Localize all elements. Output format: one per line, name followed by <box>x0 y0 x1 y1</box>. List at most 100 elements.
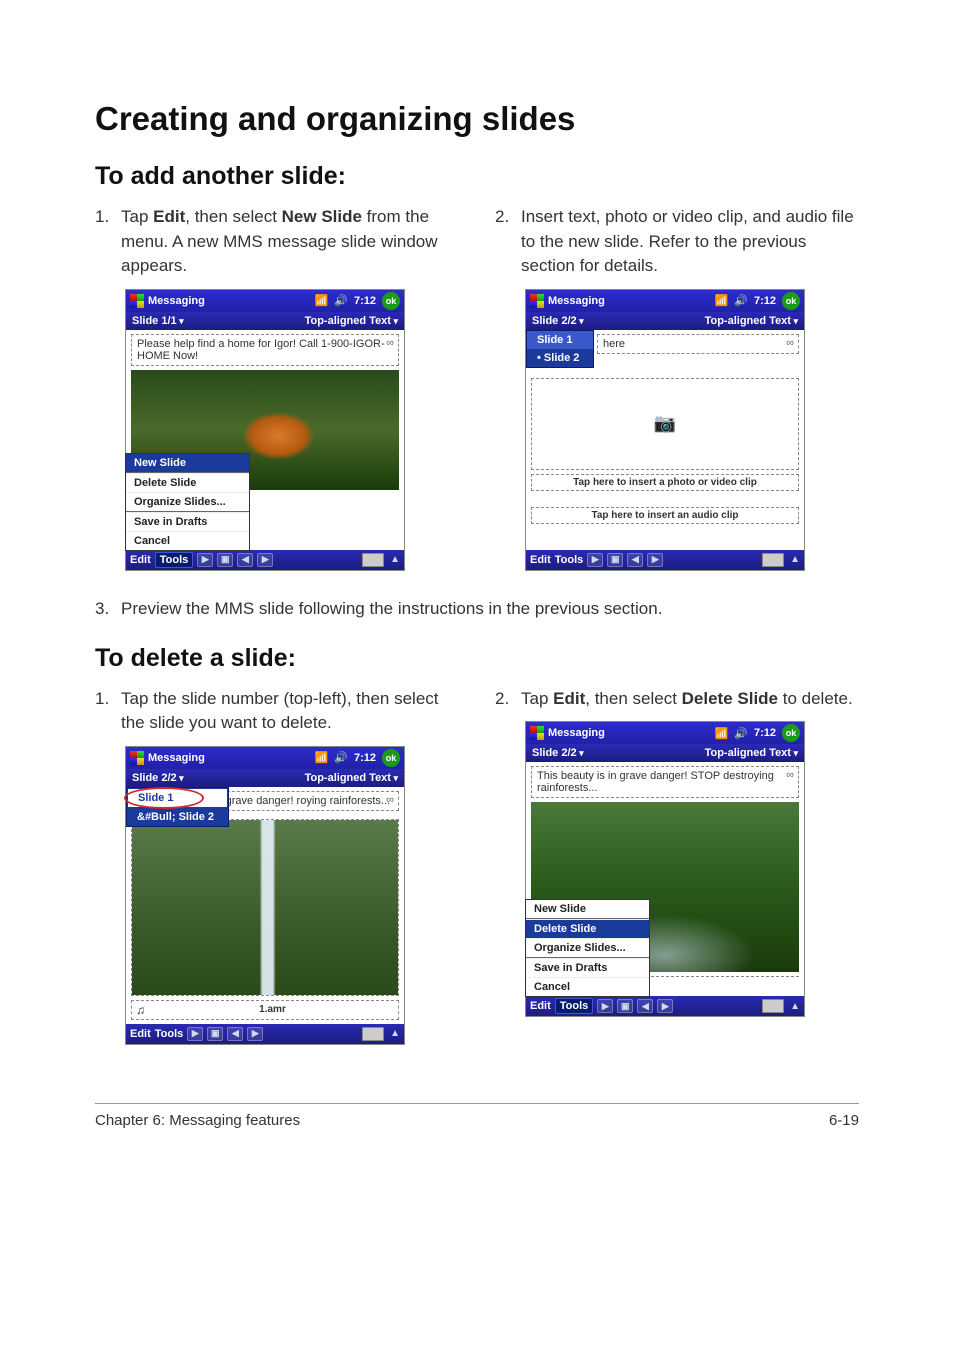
ok-button[interactable]: ok <box>382 292 400 310</box>
keyboard-icon[interactable] <box>762 553 784 567</box>
play-icon[interactable]: ▶ <box>587 553 603 567</box>
menu-item-new-slide[interactable]: New Slide <box>526 900 649 918</box>
app-title: Messaging <box>148 295 205 307</box>
image-tool-icon[interactable]: ▣ <box>607 553 623 567</box>
step-body: Insert text, photo or video clip, and au… <box>521 205 859 279</box>
footer-page-number: 6-19 <box>829 1112 859 1129</box>
text: , then select <box>185 207 281 226</box>
image-tool-icon[interactable]: ▣ <box>217 553 233 567</box>
menu-item-delete-slide[interactable]: Delete Slide <box>526 919 649 938</box>
titlebar: Messaging 📶 🔊 7:12 ok <box>126 747 404 769</box>
menu-item-delete-slide[interactable]: Delete Slide <box>126 473 249 492</box>
photo-caption[interactable]: Tap here to insert a photo or video clip <box>531 474 799 491</box>
step-body: Tap Edit, then select New Slide from the… <box>121 205 459 279</box>
menu-item-new-slide[interactable]: New Slide <box>126 454 249 472</box>
slide-menu-item-2[interactable]: • Slide 2 <box>527 349 593 367</box>
infinity-icon: ∞ <box>786 337 794 349</box>
subtoolbar: Slide 2/2 Top-aligned Text <box>526 744 804 762</box>
rewind-icon[interactable]: ◀ <box>637 999 653 1013</box>
softkey-edit[interactable]: Edit <box>530 554 551 566</box>
mms-audio-field[interactable]: ♫ 1.amr <box>131 1000 399 1020</box>
bottom-toolbar: Edit Tools ▶ ▣ ◀ ▶ ▲ <box>126 550 404 570</box>
menu-item-organize-slides[interactable]: Organize Slides... <box>526 938 649 957</box>
mms-text-field[interactable]: here ∞ <box>597 334 799 354</box>
slide-indicator-dropdown[interactable]: Slide 1/1 <box>132 315 184 327</box>
play-icon[interactable]: ▶ <box>187 1027 203 1041</box>
windows-start-icon[interactable] <box>530 726 544 740</box>
text-align-dropdown[interactable]: Top-aligned Text <box>705 315 798 327</box>
image-tool-icon[interactable]: ▣ <box>207 1027 223 1041</box>
forward-icon[interactable]: ▶ <box>247 1027 263 1041</box>
sip-arrow-icon[interactable]: ▲ <box>390 1028 400 1039</box>
rewind-icon[interactable]: ◀ <box>237 553 253 567</box>
slide-indicator-dropdown[interactable]: Slide 2/2 <box>132 772 184 784</box>
slide-menu-item-1[interactable]: Slide 1 <box>127 788 228 808</box>
forward-icon[interactable]: ▶ <box>657 999 673 1013</box>
windows-start-icon[interactable] <box>130 294 144 308</box>
mms-photo-placeholder[interactable]: 📷 <box>531 378 799 470</box>
step-number: 2. <box>495 687 521 712</box>
image-tool-icon[interactable]: ▣ <box>617 999 633 1013</box>
text-content: Please help find a home for Igor! Call 1… <box>137 338 385 362</box>
mms-text-field[interactable]: This beauty is in grave danger! STOP des… <box>531 766 799 798</box>
softkey-edit[interactable]: Edit <box>130 554 151 566</box>
slide-menu-item-1[interactable]: Slide 1 <box>527 331 593 349</box>
menu-item-organize-slides[interactable]: Organize Slides... <box>126 492 249 511</box>
softkey-tools[interactable]: Tools <box>555 554 584 566</box>
softkey-tools[interactable]: Tools <box>155 552 194 568</box>
page-footer: Chapter 6: Messaging features 6-19 <box>95 1103 859 1129</box>
sip-arrow-icon[interactable]: ▲ <box>790 1001 800 1012</box>
keyboard-icon[interactable] <box>362 553 384 567</box>
signal-icon: 📶 <box>715 727 729 740</box>
heading-delete-slide: To delete a slide: <box>95 644 859 673</box>
screenshot-slide-picker: Messaging 📶 🔊 7:12 ok Slide 2/2 Top-alig… <box>125 746 405 1045</box>
audio-caption[interactable]: Tap here to insert an audio clip <box>531 507 799 524</box>
slide-menu-item-2[interactable]: &#Bull; Slide 2 <box>127 808 228 826</box>
text-content: is in grave danger! roying rainforests..… <box>203 795 390 807</box>
text-align-dropdown[interactable]: Top-aligned Text <box>705 747 798 759</box>
text: to delete. <box>778 689 853 708</box>
ok-button[interactable]: ok <box>782 724 800 742</box>
ok-button[interactable]: ok <box>382 749 400 767</box>
softkey-tools[interactable]: Tools <box>555 998 594 1014</box>
audio-filename: 1.amr <box>151 1004 394 1015</box>
text: , then select <box>585 689 681 708</box>
menu-item-save-drafts[interactable]: Save in Drafts <box>526 958 649 977</box>
windows-start-icon[interactable] <box>530 294 544 308</box>
slide-indicator-dropdown[interactable]: Slide 2/2 <box>532 747 584 759</box>
softkey-edit[interactable]: Edit <box>130 1028 151 1040</box>
forward-icon[interactable]: ▶ <box>647 553 663 567</box>
softkey-edit[interactable]: Edit <box>530 1000 551 1012</box>
rewind-icon[interactable]: ◀ <box>627 553 643 567</box>
forward-icon[interactable]: ▶ <box>257 553 273 567</box>
sip-arrow-icon[interactable]: ▲ <box>790 554 800 565</box>
menu-item-save-drafts[interactable]: Save in Drafts <box>126 512 249 531</box>
step-number: 2. <box>495 205 521 279</box>
subtoolbar: Slide 2/2 Top-aligned Text <box>126 769 404 787</box>
mms-photo-waterfall[interactable] <box>131 819 399 996</box>
slide-indicator-dropdown[interactable]: Slide 2/2 <box>532 315 584 327</box>
bold-delete-slide: Delete Slide <box>682 689 778 708</box>
menu-item-cancel[interactable]: Cancel <box>526 977 649 996</box>
menu-item-cancel[interactable]: Cancel <box>126 531 249 550</box>
footer-chapter: Chapter 6: Messaging features <box>95 1112 300 1129</box>
bold-edit: Edit <box>553 689 585 708</box>
softkey-tools[interactable]: Tools <box>155 1028 184 1040</box>
keyboard-icon[interactable] <box>362 1027 384 1041</box>
keyboard-icon[interactable] <box>762 999 784 1013</box>
subtoolbar: Slide 2/2 Top-aligned Text <box>526 312 804 330</box>
rewind-icon[interactable]: ◀ <box>227 1027 243 1041</box>
windows-start-icon[interactable] <box>130 751 144 765</box>
play-icon[interactable]: ▶ <box>197 553 213 567</box>
play-icon[interactable]: ▶ <box>597 999 613 1013</box>
text-align-dropdown[interactable]: Top-aligned Text <box>305 772 398 784</box>
mms-text-field[interactable]: Please help find a home for Igor! Call 1… <box>131 334 399 366</box>
app-title: Messaging <box>548 727 605 739</box>
volume-icon: 🔊 <box>334 294 348 307</box>
sip-arrow-icon[interactable]: ▲ <box>390 554 400 565</box>
slide-2-label: Slide 2 <box>544 352 579 364</box>
slide-select-menu: Slide 1 • Slide 2 <box>526 330 594 368</box>
edit-menu: New Slide Delete Slide Organize Slides..… <box>525 899 650 997</box>
text-align-dropdown[interactable]: Top-aligned Text <box>305 315 398 327</box>
ok-button[interactable]: ok <box>782 292 800 310</box>
